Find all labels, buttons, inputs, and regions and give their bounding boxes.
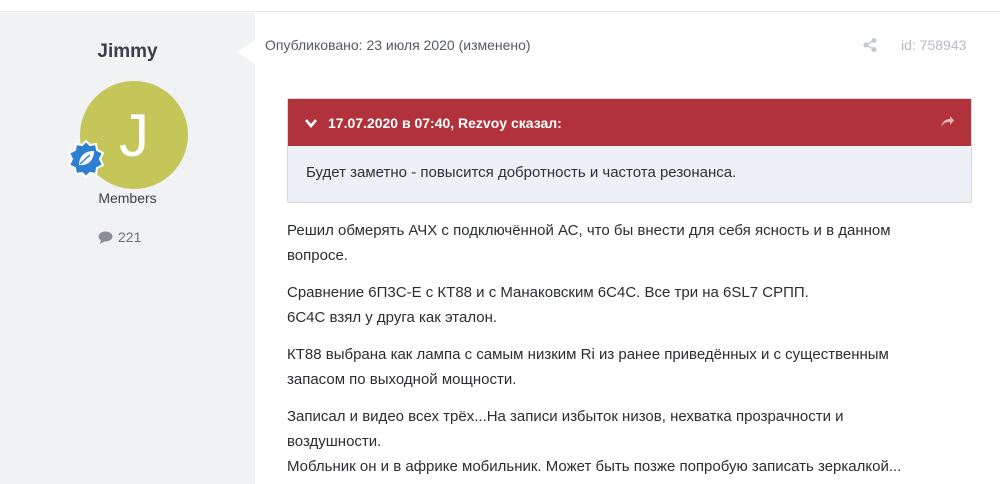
quote-block: 17.07.2020 в 07:40, Rezvoy сказал: Будет… bbox=[287, 98, 972, 203]
paragraph-line: Записал и видео всех трёх...На записи из… bbox=[287, 408, 844, 425]
reply-arrow-icon[interactable] bbox=[939, 114, 955, 130]
post-count-value: 221 bbox=[118, 229, 142, 245]
avatar-letter: J bbox=[119, 101, 149, 169]
post-id: id: 758943 bbox=[901, 37, 967, 53]
paragraph-line: вопросе. bbox=[287, 247, 348, 264]
comment-icon bbox=[98, 231, 113, 244]
quote-header[interactable]: 17.07.2020 в 07:40, Rezvoy сказал: bbox=[288, 99, 971, 146]
author-name[interactable]: Jimmy bbox=[0, 41, 255, 63]
paragraph-line: Решил обмерять АЧХ с подключённой АС, чт… bbox=[287, 222, 891, 239]
member-group: Members bbox=[98, 190, 157, 206]
share-icon[interactable] bbox=[862, 37, 878, 53]
paragraph-line: запасом по выходной мощности. bbox=[287, 371, 517, 388]
post-date[interactable]: Опубликовано: 23 июля 2020 (изменено) bbox=[265, 37, 531, 53]
paragraph-line: 6С4С взял у друга как эталон. bbox=[287, 309, 498, 326]
leaf-badge-icon bbox=[67, 139, 105, 179]
paragraph: Записал и видео всех трёх...На записи из… bbox=[287, 404, 977, 479]
paragraph: КТ88 выбрана как лампа с самым низким Ri… bbox=[287, 342, 977, 392]
author-panel: Jimmy J Members 221 bbox=[0, 13, 255, 484]
quote-text: Будет заметно - повысится добротность и … bbox=[306, 164, 737, 181]
paragraph-line: Мобльник он и в африке мобильник. Может … bbox=[287, 458, 902, 475]
paragraph: Сравнение 6П3С-Е с КТ88 и с Манаковским … bbox=[287, 280, 977, 330]
paragraph-line: КТ88 выбрана как лампа с самым низким Ri… bbox=[287, 346, 889, 363]
paragraph-line: воздушности. bbox=[287, 433, 382, 450]
quote-citation: 17.07.2020 в 07:40, Rezvoy сказал: bbox=[328, 114, 562, 131]
post-count: 221 bbox=[98, 229, 141, 245]
chevron-down-icon[interactable] bbox=[304, 116, 318, 130]
post-content: Решил обмерять АЧХ с подключённой АС, чт… bbox=[287, 218, 977, 484]
paragraph-line: Сравнение 6П3С-Е с КТ88 и с Манаковским … bbox=[287, 284, 809, 301]
forum-post: Jimmy J Members 221 Опубликовано: 23 июл… bbox=[0, 0, 1000, 484]
paragraph: Решил обмерять АЧХ с подключённой АС, чт… bbox=[287, 218, 977, 268]
top-divider bbox=[0, 0, 1000, 12]
